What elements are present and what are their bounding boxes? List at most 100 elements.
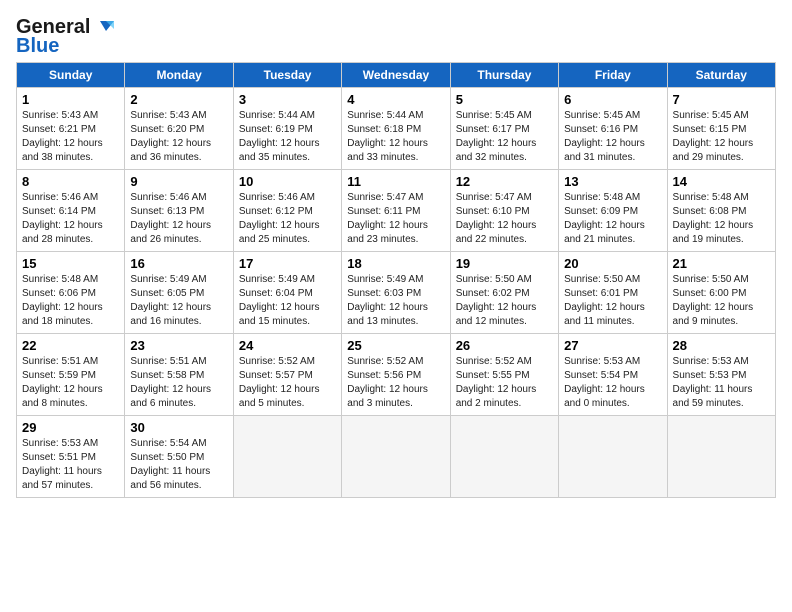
cell-info: Sunrise: 5:45 AMSunset: 6:15 PMDaylight:…	[673, 109, 770, 165]
day-number: 17	[239, 256, 336, 271]
cell-info: Sunrise: 5:53 AMSunset: 5:51 PMDaylight:…	[22, 437, 119, 493]
day-number: 13	[564, 174, 661, 189]
day-number: 29	[22, 420, 119, 435]
calendar-day-7: 7 Sunrise: 5:45 AMSunset: 6:15 PMDaylight…	[667, 88, 775, 170]
calendar-day-19: 19 Sunrise: 5:50 AMSunset: 6:02 PMDayligh…	[450, 252, 558, 334]
day-number: 20	[564, 256, 661, 271]
day-number: 7	[673, 92, 770, 107]
weekday-header-sunday: Sunday	[17, 63, 125, 88]
calendar-week-row: 1Sunrise: 5:43 AMSunset: 6:21 PMDaylight…	[17, 88, 776, 170]
weekday-header-monday: Monday	[125, 63, 233, 88]
cell-info: Sunrise: 5:51 AMSunset: 5:59 PMDaylight:…	[22, 355, 119, 411]
day-number: 23	[130, 338, 227, 353]
cell-info: Sunrise: 5:52 AMSunset: 5:56 PMDaylight:…	[347, 355, 444, 411]
calendar-day-27: 27 Sunrise: 5:53 AMSunset: 5:54 PMDayligh…	[559, 334, 667, 416]
day-number: 25	[347, 338, 444, 353]
day-number: 6	[564, 92, 661, 107]
cell-info: Sunrise: 5:45 AMSunset: 6:17 PMDaylight:…	[456, 109, 553, 165]
day-number: 10	[239, 174, 336, 189]
day-number: 9	[130, 174, 227, 189]
day-number: 15	[22, 256, 119, 271]
calendar-day-14: 14 Sunrise: 5:48 AMSunset: 6:08 PMDayligh…	[667, 170, 775, 252]
calendar-day-23: 23 Sunrise: 5:51 AMSunset: 5:58 PMDayligh…	[125, 334, 233, 416]
cell-info: Sunrise: 5:50 AMSunset: 6:01 PMDaylight:…	[564, 273, 661, 329]
calendar-day-16: 16Sunrise: 5:49 AMSunset: 6:05 PMDayligh…	[125, 252, 233, 334]
day-number: 28	[673, 338, 770, 353]
calendar-week-row: 22 Sunrise: 5:51 AMSunset: 5:59 PMDayligh…	[17, 334, 776, 416]
calendar-day-28: 28 Sunrise: 5:53 AMSunset: 5:53 PMDayligh…	[667, 334, 775, 416]
weekday-header-tuesday: Tuesday	[233, 63, 341, 88]
calendar-day-5: 5 Sunrise: 5:45 AMSunset: 6:17 PMDaylight…	[450, 88, 558, 170]
calendar-day-15: 15 Sunrise: 5:48 AMSunset: 6:06 PMDayligh…	[17, 252, 125, 334]
cell-info: Sunrise: 5:53 AMSunset: 5:53 PMDaylight:…	[673, 355, 770, 411]
cell-info: Sunrise: 5:49 AMSunset: 6:03 PMDaylight:…	[347, 273, 444, 329]
day-number: 22	[22, 338, 119, 353]
calendar-day-17: 17 Sunrise: 5:49 AMSunset: 6:04 PMDayligh…	[233, 252, 341, 334]
calendar-week-row: 15 Sunrise: 5:48 AMSunset: 6:06 PMDayligh…	[17, 252, 776, 334]
cell-info: Sunrise: 5:44 AMSunset: 6:19 PMDaylight:…	[239, 109, 336, 165]
day-number: 3	[239, 92, 336, 107]
cell-info: Sunrise: 5:50 AMSunset: 6:02 PMDaylight:…	[456, 273, 553, 329]
calendar-day-21: 21Sunrise: 5:50 AMSunset: 6:00 PMDayligh…	[667, 252, 775, 334]
cell-info: Sunrise: 5:48 AMSunset: 6:08 PMDaylight:…	[673, 191, 770, 247]
cell-info: Sunrise: 5:48 AMSunset: 6:09 PMDaylight:…	[564, 191, 661, 247]
calendar-day-1: 1Sunrise: 5:43 AMSunset: 6:21 PMDaylight…	[17, 88, 125, 170]
calendar-day-2: 2 Sunrise: 5:43 AMSunset: 6:20 PMDaylight…	[125, 88, 233, 170]
day-number: 27	[564, 338, 661, 353]
calendar-day-11: 11 Sunrise: 5:47 AMSunset: 6:11 PMDayligh…	[342, 170, 450, 252]
cell-info: Sunrise: 5:53 AMSunset: 5:54 PMDaylight:…	[564, 355, 661, 411]
calendar-day-30: 30 Sunrise: 5:54 AMSunset: 5:50 PMDayligh…	[125, 416, 233, 498]
logo: General Blue	[16, 16, 114, 58]
logo-blue-text: Blue	[16, 35, 59, 58]
calendar-table: SundayMondayTuesdayWednesdayThursdayFrid…	[16, 62, 776, 498]
weekday-header-friday: Friday	[559, 63, 667, 88]
day-number: 21	[673, 256, 770, 271]
calendar-week-row: 29 Sunrise: 5:53 AMSunset: 5:51 PMDayligh…	[17, 416, 776, 498]
cell-info: Sunrise: 5:44 AMSunset: 6:18 PMDaylight:…	[347, 109, 444, 165]
calendar-day-13: 13 Sunrise: 5:48 AMSunset: 6:09 PMDayligh…	[559, 170, 667, 252]
day-number: 14	[673, 174, 770, 189]
calendar-day-29: 29 Sunrise: 5:53 AMSunset: 5:51 PMDayligh…	[17, 416, 125, 498]
day-number: 26	[456, 338, 553, 353]
cell-info: Sunrise: 5:51 AMSunset: 5:58 PMDaylight:…	[130, 355, 227, 411]
calendar-day-empty	[342, 416, 450, 498]
cell-info: Sunrise: 5:52 AMSunset: 5:57 PMDaylight:…	[239, 355, 336, 411]
cell-info: Sunrise: 5:49 AMSunset: 6:04 PMDaylight:…	[239, 273, 336, 329]
calendar-day-20: 20 Sunrise: 5:50 AMSunset: 6:01 PMDayligh…	[559, 252, 667, 334]
calendar-day-empty	[667, 416, 775, 498]
day-number: 30	[130, 420, 227, 435]
cell-info: Sunrise: 5:46 AMSunset: 6:13 PMDaylight:…	[130, 191, 227, 247]
calendar-day-25: 25 Sunrise: 5:52 AMSunset: 5:56 PMDayligh…	[342, 334, 450, 416]
calendar-day-6: 6 Sunrise: 5:45 AMSunset: 6:16 PMDaylight…	[559, 88, 667, 170]
calendar-day-empty	[233, 416, 341, 498]
calendar-day-10: 10Sunrise: 5:46 AMSunset: 6:12 PMDayligh…	[233, 170, 341, 252]
cell-info: Sunrise: 5:52 AMSunset: 5:55 PMDaylight:…	[456, 355, 553, 411]
calendar-day-empty	[450, 416, 558, 498]
cell-info: Sunrise: 5:45 AMSunset: 6:16 PMDaylight:…	[564, 109, 661, 165]
calendar-day-9: 9 Sunrise: 5:46 AMSunset: 6:13 PMDaylight…	[125, 170, 233, 252]
day-number: 1	[22, 92, 119, 107]
day-number: 2	[130, 92, 227, 107]
day-number: 18	[347, 256, 444, 271]
calendar-day-22: 22 Sunrise: 5:51 AMSunset: 5:59 PMDayligh…	[17, 334, 125, 416]
header: General Blue	[16, 16, 776, 58]
day-number: 19	[456, 256, 553, 271]
day-number: 8	[22, 174, 119, 189]
day-number: 5	[456, 92, 553, 107]
cell-info: Sunrise: 5:48 AMSunset: 6:06 PMDaylight:…	[22, 273, 119, 329]
cell-info: Sunrise: 5:54 AMSunset: 5:50 PMDaylight:…	[130, 437, 227, 493]
cell-info: Sunrise: 5:43 AMSunset: 6:20 PMDaylight:…	[130, 109, 227, 165]
calendar-day-4: 4Sunrise: 5:44 AMSunset: 6:18 PMDaylight…	[342, 88, 450, 170]
calendar-day-24: 24 Sunrise: 5:52 AMSunset: 5:57 PMDayligh…	[233, 334, 341, 416]
weekday-header-saturday: Saturday	[667, 63, 775, 88]
logo-bird-icon	[92, 17, 114, 39]
cell-info: Sunrise: 5:47 AMSunset: 6:11 PMDaylight:…	[347, 191, 444, 247]
weekday-header-row: SundayMondayTuesdayWednesdayThursdayFrid…	[17, 63, 776, 88]
cell-info: Sunrise: 5:47 AMSunset: 6:10 PMDaylight:…	[456, 191, 553, 247]
calendar-week-row: 8Sunrise: 5:46 AMSunset: 6:14 PMDaylight…	[17, 170, 776, 252]
calendar-day-26: 26 Sunrise: 5:52 AMSunset: 5:55 PMDayligh…	[450, 334, 558, 416]
calendar-day-18: 18 Sunrise: 5:49 AMSunset: 6:03 PMDayligh…	[342, 252, 450, 334]
day-number: 24	[239, 338, 336, 353]
calendar-day-empty	[559, 416, 667, 498]
day-number: 11	[347, 174, 444, 189]
